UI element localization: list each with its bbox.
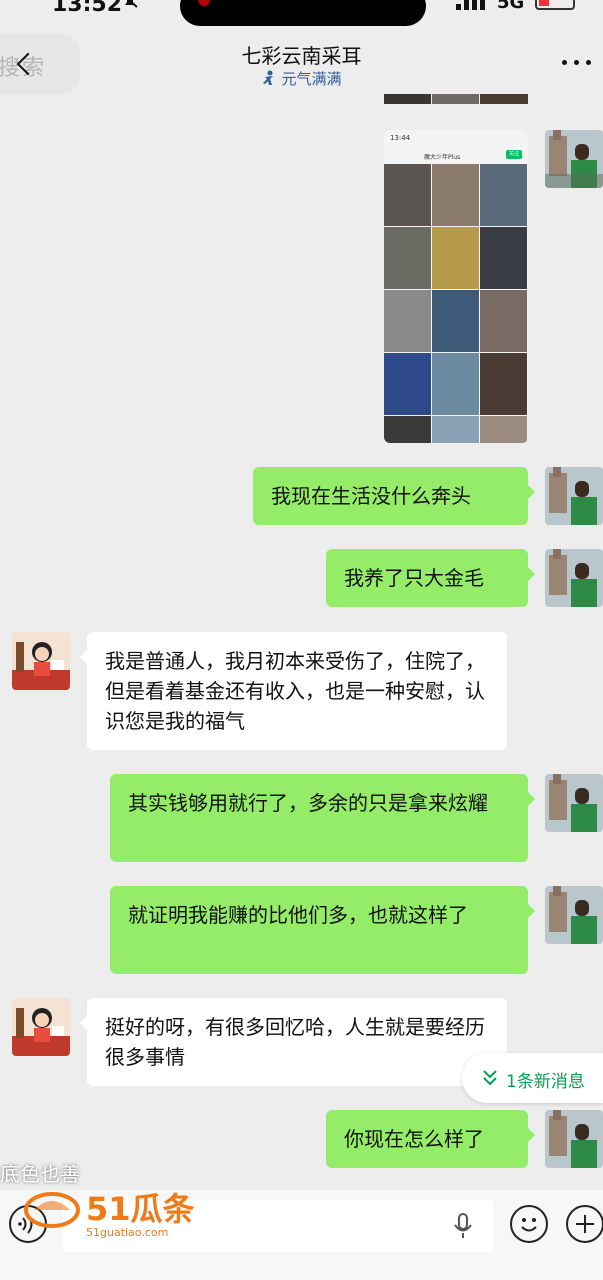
message-bubble[interactable]: 就证明我能赚的比他们多，也就这样了 bbox=[110, 886, 535, 974]
my-avatar[interactable] bbox=[545, 1110, 603, 1168]
network-label: 5G bbox=[497, 0, 525, 13]
contact-avatar[interactable] bbox=[12, 998, 70, 1056]
my-avatar[interactable] bbox=[545, 549, 603, 607]
message-bubble[interactable]: 我现在生活没什么奔头 bbox=[253, 467, 535, 525]
more-options-button[interactable] bbox=[560, 50, 594, 74]
my-avatar[interactable] bbox=[545, 886, 603, 944]
previous-image-edge[interactable] bbox=[384, 94, 528, 104]
screenshot-photo-grid bbox=[384, 164, 528, 443]
message-bubble[interactable]: 我是普通人，我月初本来受伤了，住院了，但是看着基金还有收入，也是一种安慰，认识您… bbox=[80, 632, 507, 750]
new-message-text: 1条新消息 bbox=[506, 1072, 585, 1092]
silent-bell-icon bbox=[125, 0, 138, 8]
my-avatar[interactable] bbox=[545, 774, 603, 832]
chat-title: 七彩云南采耳 bbox=[241, 44, 362, 68]
screenshot-follow-button: 关注 bbox=[506, 150, 522, 159]
message-bubble[interactable]: 挺好的呀，有很多回忆哈，人生就是要经历很多事情 bbox=[80, 998, 507, 1086]
my-avatar[interactable] bbox=[545, 130, 603, 188]
site-logo-watermark: 51瓜条 51guatiao.com bbox=[24, 1190, 195, 1239]
screenshot-time: 13:44 bbox=[390, 134, 411, 142]
status-time: 13:52 bbox=[52, 0, 123, 17]
watermark-caption: 底色也善 bbox=[0, 1162, 80, 1186]
chat-status-text: 元气满满 bbox=[281, 70, 342, 88]
new-message-pill[interactable]: 1条新消息 bbox=[462, 1053, 603, 1103]
message-bubble[interactable]: 其实钱够用就行了，多余的只是拿来炫耀 bbox=[110, 774, 535, 862]
message-bubble[interactable]: 我养了只大金毛 bbox=[326, 549, 535, 607]
signal-icon bbox=[456, 0, 485, 10]
status-figure-icon bbox=[263, 70, 274, 85]
my-avatar[interactable] bbox=[545, 467, 603, 525]
smiley-icon bbox=[521, 1218, 537, 1232]
emoji-button[interactable] bbox=[510, 1205, 548, 1243]
double-chevron-down-icon bbox=[483, 1070, 497, 1086]
plus-icon bbox=[576, 1215, 594, 1233]
battery-icon bbox=[535, 0, 575, 10]
chat-status: 元气满满 bbox=[0, 68, 603, 89]
screenshot-profile-name: 魔大少年Plus bbox=[424, 154, 461, 161]
shared-screenshot[interactable]: 13:44 魔大少年Plus 关注 bbox=[384, 130, 528, 443]
status-bar: 13:52 5G bbox=[0, 0, 603, 26]
microphone-icon[interactable] bbox=[452, 1212, 474, 1240]
logo-domain: 51guatiao.com bbox=[86, 1226, 168, 1239]
message-bubble[interactable]: 你现在怎么样了 bbox=[326, 1110, 535, 1168]
logo-text: 51瓜条 bbox=[86, 1190, 195, 1228]
contact-avatar[interactable] bbox=[12, 632, 70, 690]
camera-notch bbox=[180, 0, 426, 26]
more-actions-button[interactable] bbox=[566, 1205, 603, 1243]
